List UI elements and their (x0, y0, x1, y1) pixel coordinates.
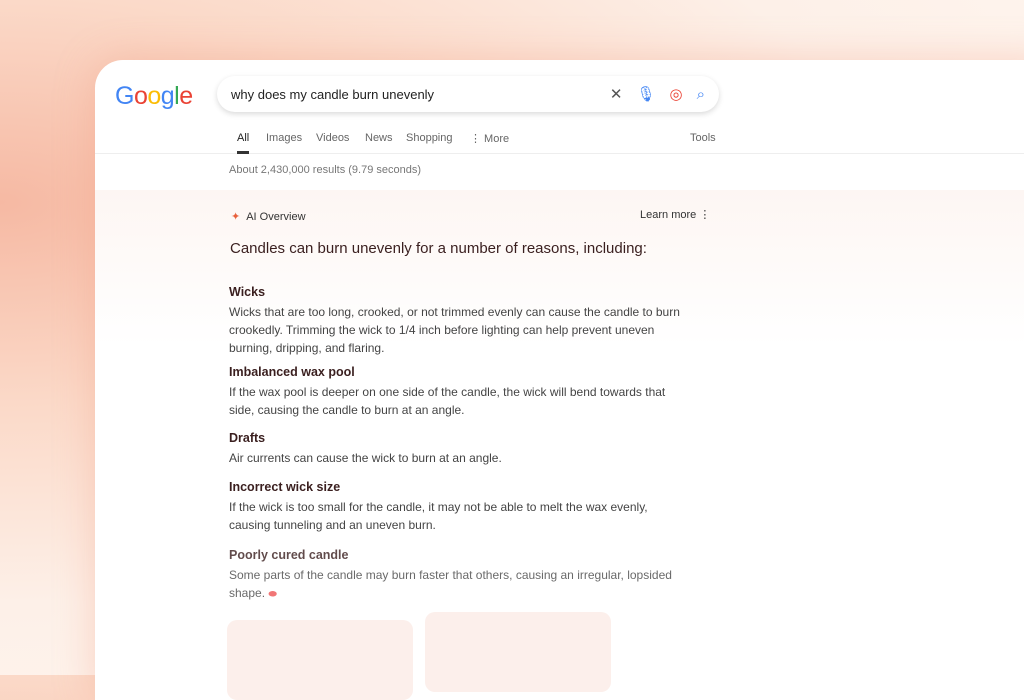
tab-shopping[interactable]: Shopping (406, 132, 453, 144)
section-wicks: Wicks Wicks that are too long, crooked, o… (229, 285, 680, 355)
tab-images[interactable]: Images (266, 132, 302, 144)
search-input[interactable]: why does my candle burn unevenly (231, 87, 596, 102)
tools-button[interactable]: Tools (690, 132, 716, 144)
tab-news[interactable]: News (365, 132, 393, 144)
section-wick-size: Incorrect wick size If the wick is too sm… (229, 480, 648, 532)
result-stats: About 2,430,000 results (9.79 seconds) (229, 164, 422, 176)
tab-videos[interactable]: Videos (316, 132, 349, 144)
more-options-icon[interactable]: ⋮ (699, 209, 710, 221)
ai-overview: ✦ AI Overview Learn more ⋮ Candles can bu… (95, 190, 1024, 700)
section-drafts: Drafts Air currents can cause the wick to… (229, 431, 502, 465)
ai-overview-title: AI Overview (246, 210, 306, 223)
lens-icon[interactable]: ◎ (670, 85, 683, 103)
section-wax-pool: Imbalanced wax pool If the wax pool is de… (229, 365, 666, 417)
section-cured: Poorly cured candle Some parts of the can… (229, 548, 672, 600)
source-card[interactable] (227, 620, 413, 700)
source-card[interactable] (425, 612, 611, 692)
link-icon[interactable]: ⬬ (268, 589, 277, 600)
search-tabs: All Images Videos News Shopping ⋮ More T… (95, 122, 1024, 154)
browser-window: Google why does my candle burn unevenly … (95, 60, 1024, 700)
search-icon[interactable]: ⌕ (697, 86, 705, 103)
tab-all[interactable]: All (237, 132, 250, 154)
sparkle-icon: ✦ (231, 211, 241, 223)
tab-more[interactable]: ⋮ More (470, 132, 509, 145)
learn-more-button[interactable]: Learn more ⋮ (640, 208, 710, 221)
microphone-icon[interactable]: 🎙 (636, 85, 655, 103)
clear-icon[interactable]: ✕ (610, 85, 623, 103)
search-box[interactable]: why does my candle burn unevenly ✕ 🎙 ◎ ⌕ (217, 76, 719, 112)
overview-lead: Candles can burn unevenly for a number o… (230, 240, 647, 257)
google-logo[interactable]: Google (115, 82, 193, 111)
